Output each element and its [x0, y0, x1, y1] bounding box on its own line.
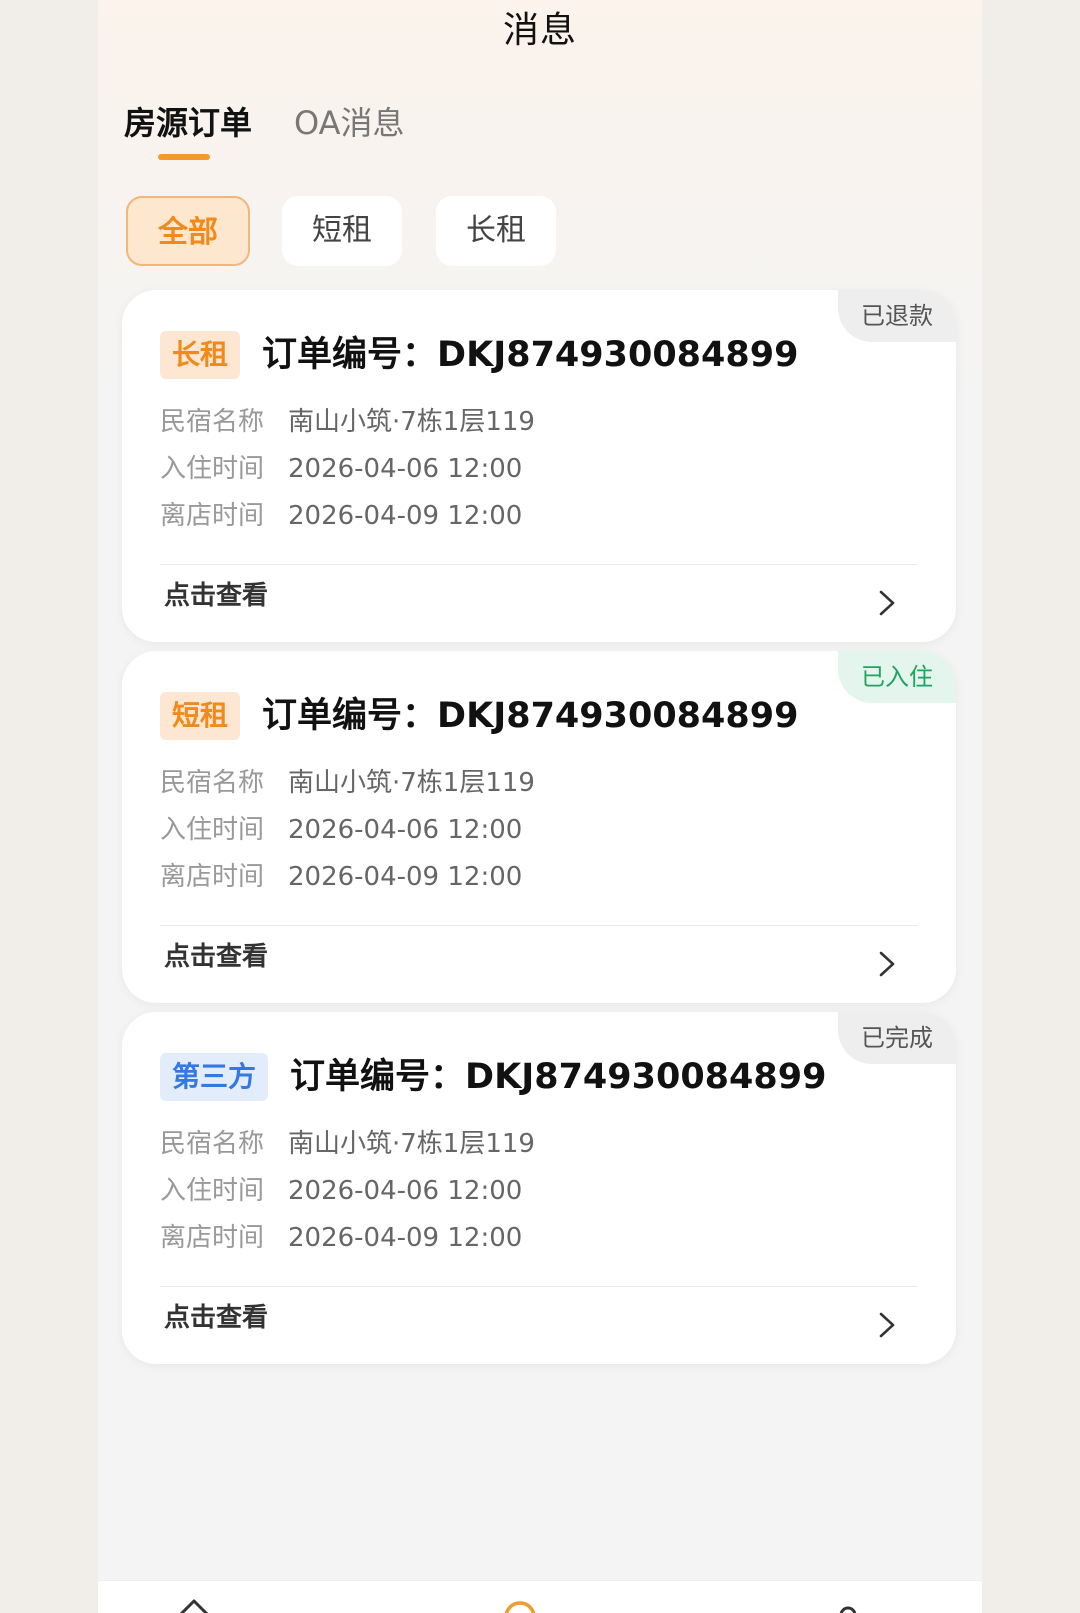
rent-type-tag: 长租: [160, 331, 241, 379]
message-icon[interactable]: [500, 1595, 540, 1613]
info-row-homestay: 民宿名称 南山小筑·7栋1层119: [160, 1124, 535, 1164]
checkin-time: 2026-04-06 12:00: [288, 815, 523, 845]
checkout-time: 2026-04-09 12:00: [288, 1223, 523, 1253]
info-label: 入住时间: [160, 454, 265, 484]
card-divider: [160, 1286, 918, 1287]
info-label: 民宿名称: [160, 1129, 265, 1159]
info-row-checkout: 离店时间 2026-04-09 12:00: [160, 857, 522, 897]
order-card[interactable]: 已退款 长租 订单编号：DKJ874930084899 民宿名称 南山小筑·7栋1…: [122, 290, 956, 642]
filter-all-button[interactable]: 全部: [126, 196, 250, 266]
view-details-link[interactable]: 点击查看: [160, 568, 918, 634]
info-row-checkin: 入住时间 2026-04-06 12:00: [160, 449, 522, 489]
info-label: 入住时间: [160, 1176, 265, 1206]
home-icon[interactable]: [174, 1595, 214, 1613]
order-card[interactable]: 已入住 短租 订单编号：DKJ874930084899 民宿名称 南山小筑·7栋1…: [122, 651, 956, 1003]
checkout-time: 2026-04-09 12:00: [288, 862, 523, 892]
info-label: 离店时间: [160, 501, 265, 531]
profile-icon[interactable]: [828, 1595, 868, 1613]
info-row-checkin: 入住时间 2026-04-06 12:00: [160, 1171, 522, 1211]
view-details-label: 点击查看: [164, 1303, 269, 1333]
view-details-label: 点击查看: [164, 581, 269, 611]
phone-screen: 消息 房源订单 OA消息 全部 短租 长租 已退款 长租 订单编号：DKJ874…: [98, 0, 982, 1613]
chevron-right-icon: [879, 1312, 895, 1338]
info-row-checkout: 离店时间 2026-04-09 12:00: [160, 1218, 522, 1258]
checkin-time: 2026-04-06 12:00: [288, 1176, 523, 1206]
info-row-homestay: 民宿名称 南山小筑·7栋1层119: [160, 402, 535, 442]
chevron-right-icon: [879, 951, 895, 977]
filter-long-rent-button[interactable]: 长租: [436, 196, 556, 266]
status-badge: 已退款: [838, 290, 956, 342]
checkout-time: 2026-04-09 12:00: [288, 501, 523, 531]
info-row-checkin: 入住时间 2026-04-06 12:00: [160, 810, 522, 850]
info-label: 入住时间: [160, 815, 265, 845]
info-label: 民宿名称: [160, 407, 265, 437]
homestay-name: 南山小筑·7栋1层119: [288, 768, 535, 798]
card-divider: [160, 564, 918, 565]
homestay-name: 南山小筑·7栋1层119: [288, 1129, 535, 1159]
order-header: 第三方 订单编号：DKJ874930084899: [160, 1052, 826, 1102]
tab-property-orders[interactable]: 房源订单: [124, 100, 252, 146]
view-details-link[interactable]: 点击查看: [160, 1290, 918, 1356]
bottom-tab-bar: [98, 1580, 982, 1613]
order-card[interactable]: 已完成 第三方 订单编号：DKJ874930084899 民宿名称 南山小筑·7栋…: [122, 1012, 956, 1364]
rent-type-tag: 第三方: [160, 1053, 269, 1101]
view-details-label: 点击查看: [164, 942, 269, 972]
homestay-name: 南山小筑·7栋1层119: [288, 407, 535, 437]
info-row-homestay: 民宿名称 南山小筑·7栋1层119: [160, 763, 535, 803]
checkin-time: 2026-04-06 12:00: [288, 454, 523, 484]
order-number: 订单编号：DKJ874930084899: [262, 696, 799, 736]
tab-oa-messages[interactable]: OA消息: [294, 100, 405, 146]
page-title: 消息: [502, 10, 577, 51]
view-details-link[interactable]: 点击查看: [160, 929, 918, 995]
rent-type-tag: 短租: [160, 692, 241, 740]
info-label: 离店时间: [160, 1223, 265, 1253]
active-tab-indicator: [158, 154, 210, 160]
order-number: 订单编号：DKJ874930084899: [290, 1057, 827, 1097]
filter-short-rent-button[interactable]: 短租: [282, 196, 402, 266]
info-label: 民宿名称: [160, 768, 265, 798]
order-header: 长租 订单编号：DKJ874930084899: [160, 330, 798, 380]
order-header: 短租 订单编号：DKJ874930084899: [160, 691, 798, 741]
info-row-checkout: 离店时间 2026-04-09 12:00: [160, 496, 522, 536]
status-badge: 已入住: [838, 651, 956, 703]
order-number: 订单编号：DKJ874930084899: [262, 335, 799, 375]
chevron-right-icon: [879, 590, 895, 616]
status-badge: 已完成: [838, 1012, 956, 1064]
card-divider: [160, 925, 918, 926]
info-label: 离店时间: [160, 862, 265, 892]
